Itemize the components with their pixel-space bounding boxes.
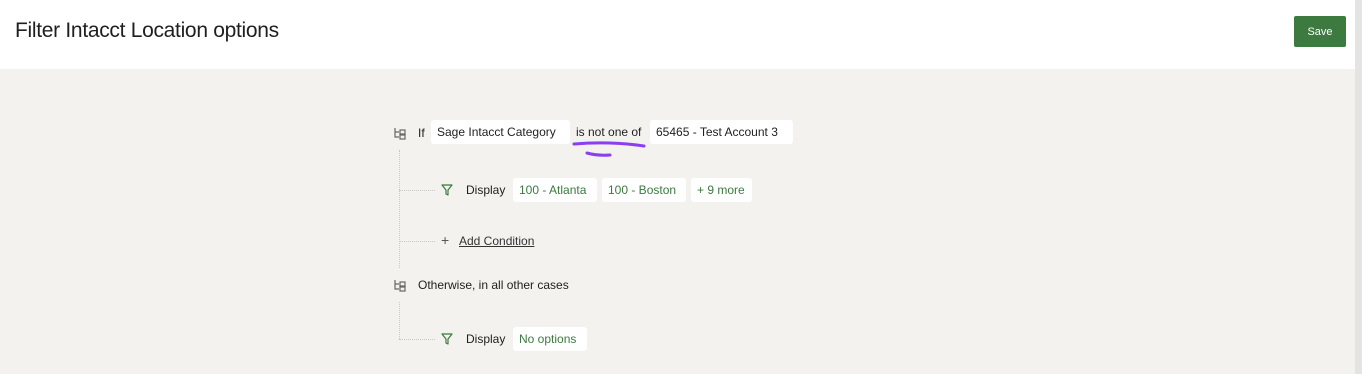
option-chip-atlanta[interactable]: 100 - Atlanta: [513, 178, 597, 202]
tree-connector: [399, 150, 400, 268]
no-options-chip[interactable]: No options: [513, 327, 587, 351]
annotation-underline: [572, 141, 646, 157]
if-label: If: [418, 126, 425, 140]
scrollbar[interactable]: [1355, 0, 1362, 374]
display-label: Display: [466, 183, 506, 197]
filter-icon: [441, 184, 453, 196]
branch-icon: [394, 128, 406, 140]
page-title: Filter Intacct Location options: [15, 19, 279, 42]
otherwise-label: Otherwise, in all other cases: [418, 278, 569, 292]
page-header: Filter Intacct Location options Save: [0, 0, 1355, 69]
condition-value-selector[interactable]: 65465 - Test Account 3: [650, 120, 793, 144]
tree-connector: [399, 190, 435, 191]
option-chip-boston[interactable]: 100 - Boston: [602, 178, 686, 202]
plus-icon: +: [441, 232, 450, 248]
save-button[interactable]: Save: [1294, 16, 1346, 47]
tree-connector: [399, 241, 435, 242]
more-options-chip[interactable]: + 9 more: [691, 178, 752, 202]
tree-connector: [399, 339, 435, 340]
filter-icon: [441, 333, 453, 345]
branch-icon: [394, 280, 406, 292]
condition-field-selector[interactable]: Sage Intacct Category: [431, 120, 570, 144]
display-label: Display: [466, 332, 506, 346]
add-condition-link[interactable]: Add Condition: [459, 234, 534, 248]
tree-connector: [399, 302, 400, 339]
